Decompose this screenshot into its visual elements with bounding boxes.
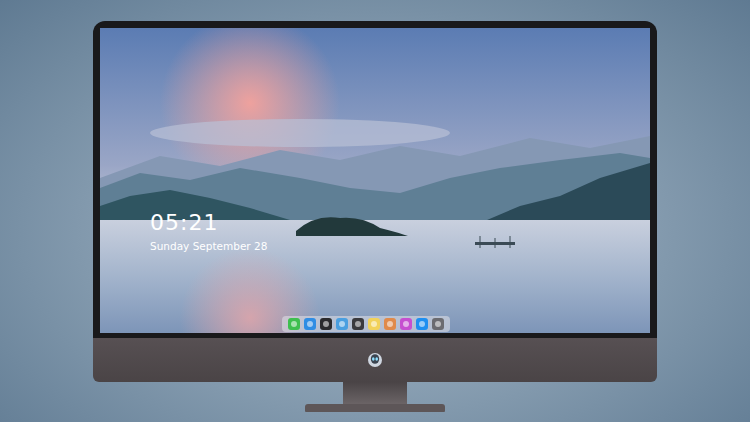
dock-app-icon[interactable] [432, 318, 444, 330]
dock-app-icon[interactable] [304, 318, 316, 330]
monitor-bezel: 05:21 Sunday September 28 [93, 21, 657, 338]
dock-app-icon[interactable] [416, 318, 428, 330]
dock [282, 316, 450, 332]
lock-clock: 05:21 Sunday September 28 [150, 210, 267, 253]
dock-app-icon[interactable] [336, 318, 348, 330]
monitor-chin [93, 338, 657, 382]
desktop-mockup: 05:21 Sunday September 28 [0, 0, 750, 422]
alien-logo-icon [367, 352, 383, 368]
wallpaper [100, 28, 650, 333]
monitor-stand-base [305, 404, 445, 412]
screen: 05:21 Sunday September 28 [100, 28, 650, 333]
dock-app-icon[interactable] [352, 318, 364, 330]
dock-app-icon[interactable] [368, 318, 380, 330]
dock-app-icon[interactable] [288, 318, 300, 330]
dock-app-icon[interactable] [384, 318, 396, 330]
clock-time: 05:21 [150, 210, 267, 236]
dock-app-icon[interactable] [320, 318, 332, 330]
monitor: 05:21 Sunday September 28 [93, 21, 657, 412]
clock-date: Sunday September 28 [150, 240, 267, 253]
monitor-stand-neck [343, 382, 407, 404]
dock-app-icon[interactable] [400, 318, 412, 330]
